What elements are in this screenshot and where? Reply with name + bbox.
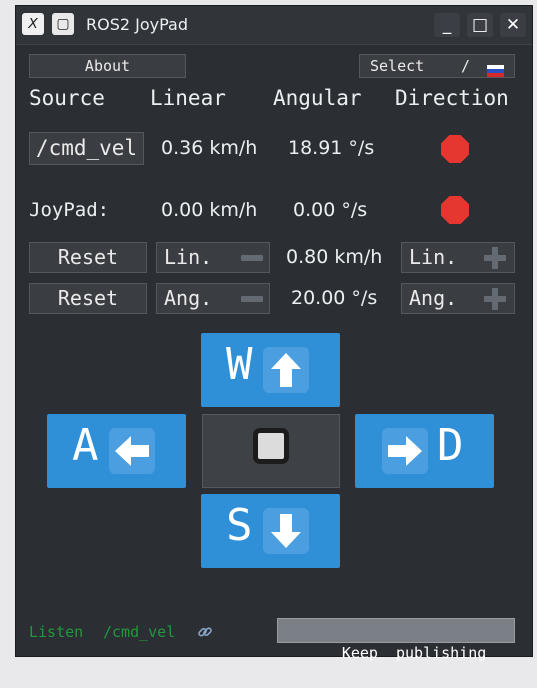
select-label: Select	[370, 57, 425, 75]
listen-label: Listen	[29, 623, 84, 641]
keep-publishing-button[interactable]: Keep publishing	[277, 618, 515, 662]
angular-increase-button[interactable]: Ang.	[401, 283, 515, 314]
header-direction: Direction	[395, 86, 509, 110]
angular-reset-label: Reset	[57, 286, 119, 310]
left-key-button[interactable]: A	[47, 414, 186, 488]
linear-increase-button[interactable]: Lin.	[401, 242, 515, 273]
cmd-vel-source-label: /cmd_vel	[35, 136, 138, 160]
arrow-left-icon	[109, 428, 155, 474]
joypad-angular-value: 0.00 °/s	[293, 199, 368, 221]
angular-increase-label: Ang.	[409, 286, 458, 310]
joypad-source-label: JoyPad:	[29, 199, 110, 221]
cmd-vel-angular-value: 18.91 °/s	[288, 137, 375, 159]
pin-icon[interactable]: ▢	[52, 13, 74, 35]
forward-key-button[interactable]: W	[201, 333, 340, 407]
stop-sign-icon	[441, 196, 469, 224]
minus-icon	[241, 296, 263, 302]
angular-decrease-button[interactable]: Ang.	[156, 283, 270, 314]
forward-key-label: W	[226, 339, 253, 390]
header-angular: Angular	[273, 86, 362, 110]
angular-limit-value: 20.00 °/s	[291, 287, 378, 309]
linear-decrease-label: Lin.	[164, 245, 213, 269]
linear-reset-button[interactable]: Reset	[29, 242, 147, 273]
backward-key-button[interactable]: S	[201, 494, 340, 568]
select-slash: /	[461, 57, 471, 75]
linear-limit-value: 0.80 km/h	[286, 246, 383, 268]
stop-square-icon	[253, 428, 289, 464]
russian-flag-icon	[487, 61, 504, 77]
header-linear: Linear	[150, 86, 226, 110]
language-select-button[interactable]: Select /	[359, 54, 515, 78]
left-key-label: A	[72, 420, 99, 471]
cmd-vel-linear-value: 0.36 km/h	[161, 137, 258, 159]
linear-increase-label: Lin.	[409, 245, 458, 269]
right-key-button[interactable]: D	[355, 414, 494, 488]
about-label: About	[84, 57, 131, 75]
about-button[interactable]: About	[29, 54, 186, 78]
app-window: 𝘟 ▢ ROS2 JoyPad _ □ ✕ About Select / Sou…	[15, 5, 533, 662]
joypad-linear-value: 0.00 km/h	[161, 199, 258, 221]
arrow-right-icon	[382, 428, 428, 474]
right-key-label: D	[437, 420, 464, 471]
maximize-button[interactable]: □	[467, 13, 493, 37]
window-title: ROS2 JoyPad	[86, 15, 188, 34]
arrow-down-icon	[263, 508, 309, 554]
linear-reset-label: Reset	[57, 245, 119, 269]
cmd-vel-source-button[interactable]: /cmd_vel	[29, 132, 144, 165]
link-icon[interactable]	[197, 624, 213, 640]
minimize-button[interactable]: _	[434, 13, 460, 37]
x-logo-icon: 𝘟	[22, 13, 44, 35]
keep-publishing-label: Keep publishing	[341, 644, 487, 662]
title-bar: 𝘟 ▢ ROS2 JoyPad _ □ ✕	[16, 6, 532, 45]
linear-decrease-button[interactable]: Lin.	[156, 242, 270, 273]
stop-key-button[interactable]	[202, 414, 340, 488]
listen-topic-label: /cmd_vel	[103, 623, 176, 641]
backward-key-label: S	[226, 500, 253, 551]
minus-icon	[241, 255, 263, 261]
angular-reset-button[interactable]: Reset	[29, 283, 147, 314]
angular-decrease-label: Ang.	[164, 286, 213, 310]
arrow-up-icon	[263, 347, 309, 393]
close-button[interactable]: ✕	[500, 13, 526, 37]
stop-sign-icon	[441, 135, 469, 163]
header-source: Source	[29, 86, 105, 110]
